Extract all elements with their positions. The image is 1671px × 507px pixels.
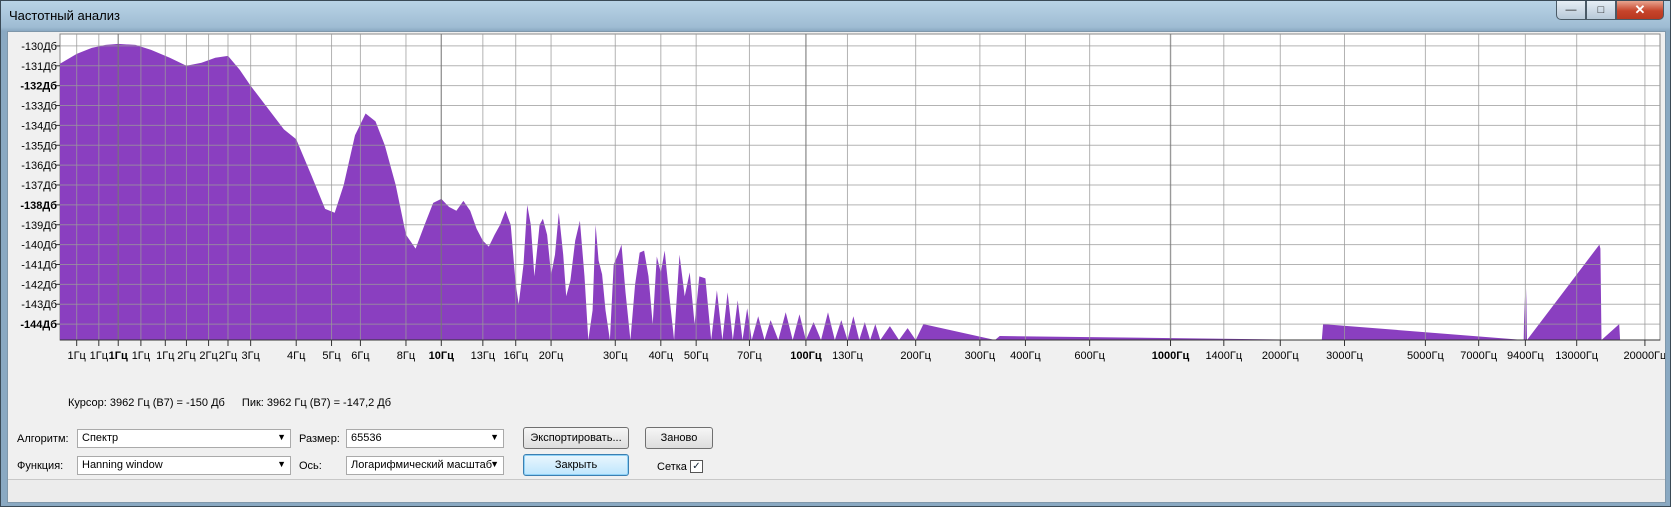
close-icon: ✕ xyxy=(1634,2,1646,17)
x-tick-label: 10Гц xyxy=(429,350,454,362)
client-area: -130Дб -131Дб -132Дб -133Дб -134Дб -135Дб -136… xyxy=(7,31,1666,503)
y-tick-label: -141Дб xyxy=(21,259,57,271)
x-tick-label: 300Гц xyxy=(965,350,996,362)
x-tick-label: 1Гц xyxy=(132,350,151,362)
axis-select[interactable]: Логарифмический масштаб ▼ xyxy=(346,456,504,475)
y-tick-label: -142Дб xyxy=(21,279,57,291)
y-tick-label: -139Дб xyxy=(21,220,57,232)
y-tick-label: -133Дб xyxy=(21,101,57,113)
chevron-down-icon: ▼ xyxy=(277,432,286,442)
y-tick-label: -144Дб xyxy=(20,319,57,331)
x-tick-label: 2Гц xyxy=(219,350,238,362)
spectrum-chart[interactable]: -130Дб -131Дб -132Дб -133Дб -134Дб -135Дб -136… xyxy=(8,32,1665,372)
cursor-readout: Курсор: 3962 Гц (B7) = -150 Дб xyxy=(68,397,225,409)
x-tick-label: 13Гц xyxy=(471,350,496,362)
y-tick-label: -132Дб xyxy=(20,81,57,93)
x-tick-label: 3Гц xyxy=(241,350,260,362)
x-tick-label: 400Гц xyxy=(1010,350,1041,362)
checkmark-icon: ✓ xyxy=(692,461,701,472)
y-tick-label: -131Дб xyxy=(21,61,57,73)
size-select[interactable]: 65536 ▼ xyxy=(346,429,504,448)
chevron-down-icon: ▼ xyxy=(277,459,286,469)
y-tick-label: -136Дб xyxy=(21,160,57,172)
x-tick-label: 1Гц xyxy=(90,350,109,362)
x-tick-label: 1Гц xyxy=(109,350,128,362)
x-tick-label: 20Гц xyxy=(539,350,564,362)
x-tick-label: 130Гц xyxy=(832,350,863,362)
y-tick-label: -143Дб xyxy=(21,299,57,311)
y-tick-label: -138Дб xyxy=(20,200,57,212)
function-select[interactable]: Hanning window ▼ xyxy=(77,456,291,475)
window-title: Частотный анализ xyxy=(9,8,120,23)
x-tick-label: 5Гц xyxy=(322,350,341,362)
minimize-icon: — xyxy=(1565,4,1577,16)
minimize-button[interactable]: — xyxy=(1556,1,1586,20)
peak-readout: Пик: 3962 Гц (B7) = -147,2 Дб xyxy=(241,397,392,409)
x-tick-label: 200Гц xyxy=(900,350,931,362)
function-value: Hanning window xyxy=(82,459,163,471)
x-tick-label: 1Гц xyxy=(67,350,86,362)
x-tick-label: 2000Гц xyxy=(1262,350,1299,362)
x-tick-label: 20000Гц xyxy=(1623,350,1665,362)
close-window-button[interactable]: ✕ xyxy=(1616,1,1664,20)
y-tick-label: -134Дб xyxy=(21,120,57,132)
x-tick-label: 13000Гц xyxy=(1555,350,1599,362)
x-tick-label: 40Гц xyxy=(649,350,674,362)
x-tick-label: 8Гц xyxy=(397,350,416,362)
grid-checkbox[interactable]: ✓ xyxy=(690,460,703,473)
x-tick-label: 1Гц xyxy=(156,350,175,362)
size-label: Размер: xyxy=(299,433,340,445)
caption-buttons: — □ ✕ xyxy=(1556,1,1664,20)
x-tick-label: 4Гц xyxy=(287,350,306,362)
x-tick-label: 50Гц xyxy=(684,350,709,362)
algorithm-value: Спектр xyxy=(82,432,119,444)
size-value: 65536 xyxy=(351,432,382,444)
axis-value: Логарифмический масштаб xyxy=(351,459,493,471)
x-tick-label: 1400Гц xyxy=(1205,350,1242,362)
x-tick-label: 30Гц xyxy=(603,350,628,362)
y-tick-label: -135Дб xyxy=(21,140,57,152)
y-tick-label: -140Дб xyxy=(21,240,57,252)
function-label: Функция: xyxy=(17,460,64,472)
x-tick-label: 5000Гц xyxy=(1407,350,1444,362)
close-button[interactable]: Закрыть xyxy=(523,454,629,476)
y-tick-label: -130Дб xyxy=(21,41,57,53)
export-button[interactable]: Экспортировать... xyxy=(523,427,629,449)
x-tick-label: 100Гц xyxy=(790,350,822,362)
x-tick-label: 70Гц xyxy=(737,350,762,362)
y-tick-label: -137Дб xyxy=(21,180,57,192)
replot-button[interactable]: Заново xyxy=(645,427,713,449)
status-line: Курсор: 3962 Гц (B7) = -150 Дб Пик: 3962… xyxy=(68,397,405,409)
algorithm-select[interactable]: Спектр ▼ xyxy=(77,429,291,448)
x-tick-label: 9400Гц xyxy=(1507,350,1544,362)
status-bar xyxy=(8,479,1665,502)
maximize-icon: □ xyxy=(1597,4,1605,16)
x-tick-label: 7000Гц xyxy=(1460,350,1497,362)
analysis-window: Частотный анализ — □ ✕ -130Дб -131Дб -132Д… xyxy=(0,0,1671,507)
x-tick-label: 3000Гц xyxy=(1326,350,1363,362)
chevron-down-icon: ▼ xyxy=(490,432,499,442)
grid-label: Сетка xyxy=(657,461,687,473)
algorithm-label: Алгоритм: xyxy=(17,433,69,445)
x-tick-label: 2Гц xyxy=(177,350,196,362)
x-tick-label: 600Гц xyxy=(1074,350,1105,362)
maximize-button[interactable]: □ xyxy=(1586,1,1616,20)
x-tick-label: 6Гц xyxy=(351,350,370,362)
x-tick-label: 16Гц xyxy=(503,350,528,362)
x-tick-label: 1000Гц xyxy=(1152,350,1190,362)
title-bar[interactable]: Частотный анализ — □ ✕ xyxy=(1,1,1670,31)
chevron-down-icon: ▼ xyxy=(490,459,499,469)
x-tick-label: 2Гц xyxy=(199,350,218,362)
axis-label: Ось: xyxy=(299,460,322,472)
